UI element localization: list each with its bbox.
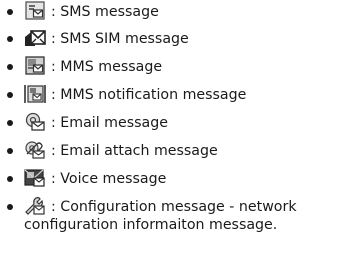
- mms-notification-icon: [24, 84, 46, 104]
- bullet: [7, 92, 13, 98]
- legend-label: : SMS SIM message: [51, 31, 189, 47]
- bullet: [7, 120, 13, 126]
- legend-label: : Email message: [51, 115, 168, 131]
- sms-message-icon: [24, 1, 46, 21]
- legend-label-continued: configuration informaiton message.: [24, 217, 278, 233]
- configuration-message-icon: [24, 196, 46, 216]
- email-message-icon: [24, 112, 46, 132]
- email-attach-icon: [24, 140, 46, 160]
- legend-label: : MMS notification message: [51, 87, 247, 103]
- bullet: [7, 148, 13, 154]
- bullet: [7, 204, 13, 210]
- legend-label: : SMS message: [51, 4, 159, 20]
- bullet: [7, 9, 13, 15]
- legend-label: : Voice message: [51, 171, 167, 187]
- legend-label: : Configuration message - network: [51, 199, 297, 215]
- mms-message-icon: [24, 56, 46, 76]
- legend-label: : MMS message: [51, 59, 163, 75]
- bullet: [7, 36, 13, 42]
- legend-label: : Email attach message: [51, 143, 218, 159]
- voice-message-icon: [24, 168, 46, 188]
- bullet: [7, 176, 13, 182]
- bullet: [7, 64, 13, 70]
- sms-sim-message-icon: [24, 28, 46, 48]
